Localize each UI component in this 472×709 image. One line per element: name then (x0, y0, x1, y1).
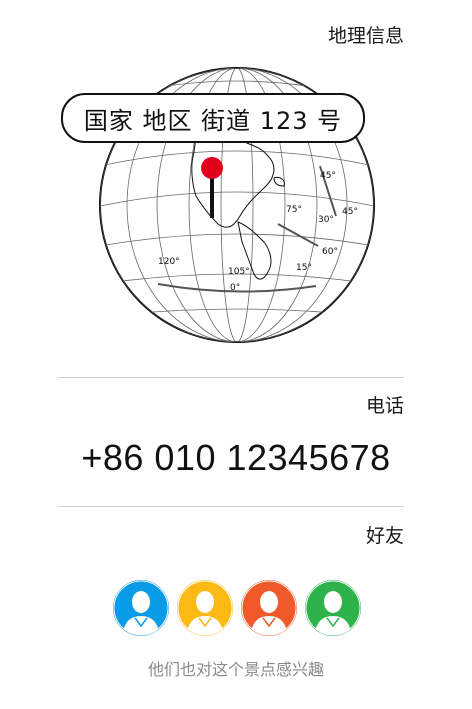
globe-label: 15° (296, 263, 312, 273)
divider (58, 377, 404, 378)
address-pill[interactable]: 国家 地区 街道 123 号 (61, 93, 365, 143)
friends-section-label: 好友 (365, 525, 404, 547)
friends-note: 他们也对这个景点感兴趣 (147, 660, 324, 679)
geo-section-label: 地理信息 (327, 25, 404, 47)
globe-label: 45° (342, 207, 358, 217)
globe-label: 60° (322, 247, 338, 257)
globe-label: 0° (230, 283, 240, 293)
person-icon (305, 580, 361, 636)
person-icon (177, 580, 233, 636)
person-icon (241, 580, 297, 636)
globe-label: 105° (228, 267, 250, 277)
phone-section-label: 电话 (365, 395, 404, 417)
globe-label: 45° (320, 171, 336, 181)
friend-avatar[interactable] (113, 580, 169, 636)
friend-avatar[interactable] (177, 580, 233, 636)
divider (58, 506, 404, 507)
globe-label: 30° (318, 215, 334, 225)
location-pin-icon[interactable] (200, 156, 224, 220)
friend-avatar[interactable] (241, 580, 297, 636)
person-icon (113, 580, 169, 636)
friend-avatar[interactable] (305, 580, 361, 636)
globe-label: 75° (286, 205, 302, 215)
friends-avatar-list (113, 580, 361, 636)
globe-label: 120° (158, 257, 180, 267)
phone-number[interactable]: +86 010 12345678 (0, 437, 472, 479)
